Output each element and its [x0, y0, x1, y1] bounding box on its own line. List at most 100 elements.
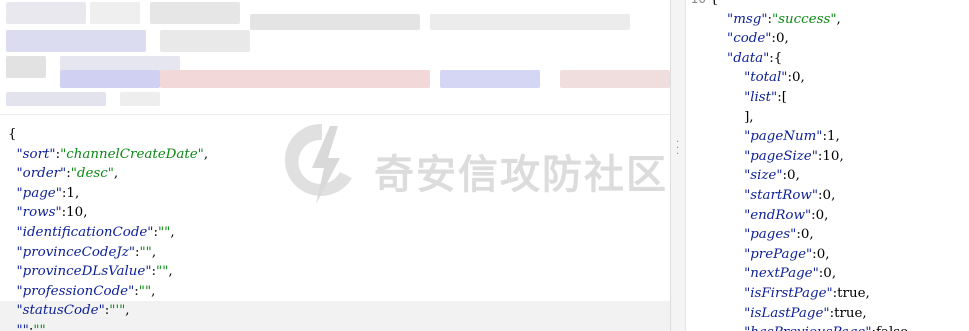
json-value: false	[876, 325, 908, 331]
response-pane[interactable]: 10{ "msg":"success", "code":0, "data":{ …	[686, 0, 969, 331]
json-key: ""	[16, 322, 29, 331]
json-comma: ,	[831, 187, 836, 203]
json-comma: ,	[824, 207, 829, 223]
json-line: "endRow":0,	[686, 206, 969, 226]
json-key: "startRow"	[744, 187, 819, 203]
json-line: "size":0,	[686, 166, 969, 186]
json-key: "isLastPage"	[744, 305, 830, 321]
json-value: [	[781, 89, 787, 105]
request-json-body[interactable]: { "sort":"channelCreateDate", "order":"d…	[0, 125, 670, 331]
redacted-line	[0, 92, 670, 106]
json-key: "msg"	[727, 11, 768, 27]
json-comma: ,	[45, 322, 50, 331]
json-key: "sort"	[16, 146, 56, 162]
json-key: "provinceDLsValue"	[16, 264, 152, 280]
json-value: true	[834, 305, 863, 321]
json-line: "rows":10,	[8, 203, 670, 223]
json-value: "'"	[109, 303, 126, 319]
json-comma: ,	[908, 325, 912, 331]
json-comma: ,	[151, 283, 156, 299]
json-key: "provinceCodeJz"	[16, 244, 135, 260]
json-comma: ,	[865, 285, 870, 301]
json-comma: ,	[170, 224, 175, 240]
response-json-body[interactable]: 10{ "msg":"success", "code":0, "data":{ …	[686, 0, 969, 331]
json-key: "pageNum"	[744, 129, 823, 145]
json-key: "nextPage"	[744, 266, 819, 282]
json-comma: ,	[809, 227, 814, 243]
json-comma: ,	[835, 129, 840, 145]
json-line: "prePage":0,	[686, 245, 969, 265]
splitter-grip-icon[interactable]: · · ·	[676, 138, 679, 160]
json-line: 10 {	[686, 0, 969, 10]
json-value: 0	[823, 266, 832, 282]
json-line: "code":0,	[686, 29, 969, 49]
json-value: "channelCreateDate"	[60, 146, 204, 162]
json-value: ""	[156, 264, 169, 280]
json-key: "pageSize"	[744, 148, 818, 164]
json-line: "pages":0,	[686, 225, 969, 245]
json-line: "total":0,	[686, 68, 969, 88]
json-key: "statusCode"	[16, 303, 105, 319]
json-line: "professionCode":"",	[8, 282, 670, 302]
json-value: 10	[822, 148, 840, 164]
json-key: "isFirstPage"	[744, 285, 833, 301]
json-line: ],	[686, 108, 969, 128]
json-key: "data"	[727, 50, 770, 66]
json-key: "hasPreviousPage"	[744, 325, 871, 331]
json-line: "provinceCodeJz":"",	[8, 243, 670, 263]
json-comma: ,	[203, 146, 209, 162]
json-key: "list"	[744, 89, 778, 105]
json-value: {	[773, 50, 783, 66]
json-key: "rows"	[16, 205, 62, 221]
json-line: "startRow":0,	[686, 186, 969, 206]
json-value: 0	[815, 207, 825, 223]
json-line: "order":"desc",	[8, 164, 670, 184]
json-value: 1	[66, 185, 75, 201]
json-line: "identificationCode":"",	[8, 223, 670, 243]
json-value: "success"	[772, 11, 837, 27]
json-value: 0	[792, 70, 801, 86]
pane-splitter[interactable]: · · ·	[670, 0, 686, 331]
json-value: ],	[744, 109, 754, 125]
json-comma: ,	[800, 70, 805, 86]
json-comma: ,	[795, 168, 800, 184]
json-brace: {	[710, 0, 719, 7]
json-comma: ,	[836, 11, 841, 27]
request-pane[interactable]: { "sort":"channelCreateDate", "order":"d…	[0, 0, 670, 331]
json-line: "":"",	[0, 320, 670, 331]
json-comma: ,	[74, 185, 80, 201]
json-value: ""	[158, 224, 171, 240]
json-key: "prePage"	[744, 246, 813, 262]
json-key: "identificationCode"	[16, 224, 154, 240]
redacted-line	[0, 30, 670, 52]
json-line: "page":1,	[8, 184, 670, 204]
json-comma: ,	[825, 246, 830, 262]
json-key: "pages"	[744, 227, 797, 243]
json-line: "isLastPage":true,	[686, 304, 969, 324]
json-value: ""	[139, 244, 152, 260]
redacted-line	[0, 70, 670, 88]
json-value: true	[837, 285, 866, 301]
json-value: ""	[33, 322, 46, 331]
json-line: "pageNum":1,	[686, 127, 969, 147]
json-key: "endRow"	[744, 207, 812, 223]
divider	[0, 114, 670, 115]
line-number: 10	[686, 0, 706, 10]
json-value: "desc"	[70, 166, 114, 182]
